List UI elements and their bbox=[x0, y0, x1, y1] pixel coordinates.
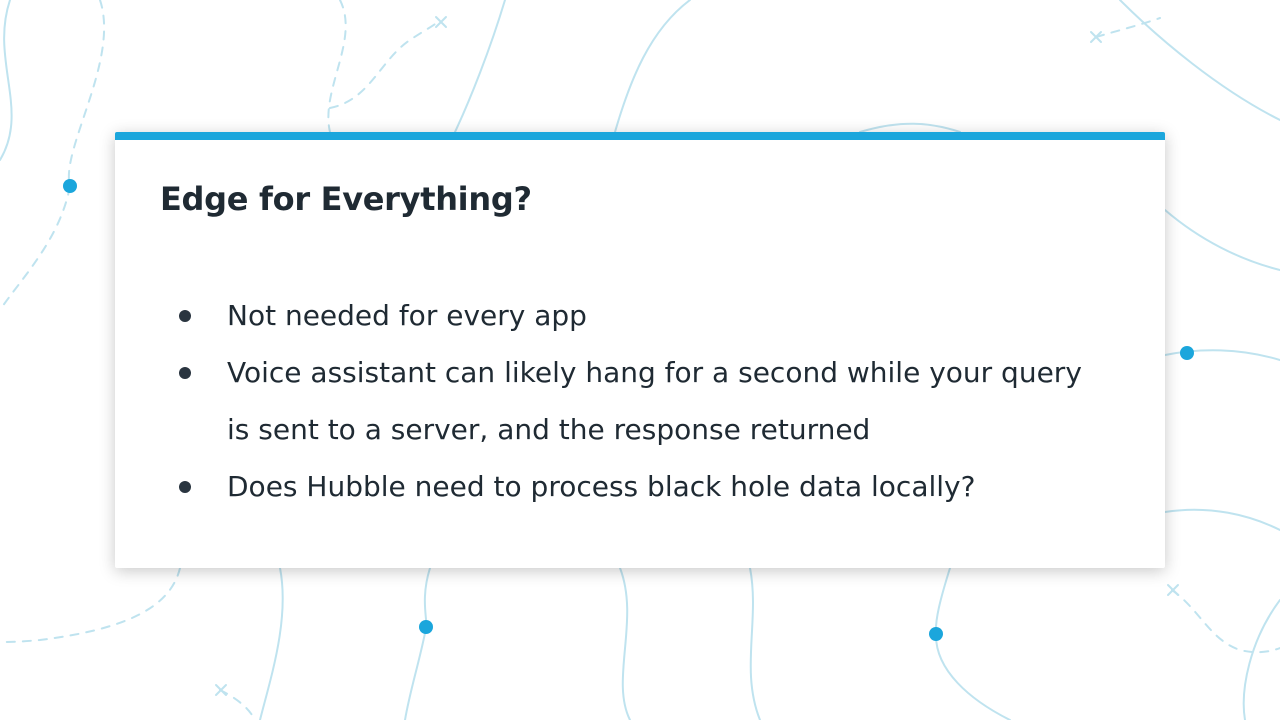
bullet-text: Does Hubble need to process black hole d… bbox=[227, 470, 976, 503]
background-line bbox=[934, 567, 1011, 720]
bullet-item: Does Hubble need to process black hole d… bbox=[173, 458, 1113, 515]
background-line bbox=[259, 567, 284, 720]
x-mark-icon bbox=[215, 684, 227, 696]
background-line bbox=[0, 0, 13, 161]
background-line bbox=[1171, 589, 1280, 654]
circle-node-icon bbox=[63, 179, 77, 193]
background-line bbox=[1164, 508, 1280, 531]
slide-title: Edge for Everything? bbox=[160, 180, 532, 218]
bullet-text: Voice assistant can likely hang for a se… bbox=[227, 356, 1082, 446]
bullet-text: Not needed for every app bbox=[227, 299, 587, 332]
background-line bbox=[859, 122, 961, 133]
circle-node-icon bbox=[929, 627, 943, 641]
x-mark-icon bbox=[1167, 584, 1179, 596]
background-line bbox=[0, 0, 106, 311]
circle-node-icon bbox=[419, 620, 433, 634]
bullet-dot-icon bbox=[179, 367, 191, 379]
bullet-dot-icon bbox=[179, 481, 191, 493]
slide-stage: Edge for Everything? Not needed for ever… bbox=[0, 0, 1280, 720]
background-line bbox=[1242, 599, 1280, 720]
background-line bbox=[1119, 0, 1280, 121]
circle-node-icon bbox=[1180, 346, 1194, 360]
x-mark-icon bbox=[435, 16, 447, 28]
background-line bbox=[614, 0, 691, 133]
background-line bbox=[1164, 209, 1280, 271]
bullet-item: Voice assistant can likely hang for a se… bbox=[173, 344, 1113, 458]
background-line bbox=[619, 567, 631, 720]
bullet-list: Not needed for every app Voice assistant… bbox=[173, 287, 1113, 515]
background-line bbox=[749, 567, 761, 720]
background-line bbox=[454, 0, 506, 133]
content-card: Edge for Everything? Not needed for ever… bbox=[115, 132, 1165, 568]
bullet-item: Not needed for every app bbox=[173, 287, 1113, 344]
background-line bbox=[0, 567, 181, 643]
background-line bbox=[327, 0, 347, 133]
background-line bbox=[329, 19, 441, 109]
background-line bbox=[404, 567, 431, 720]
bullet-dot-icon bbox=[179, 310, 191, 322]
